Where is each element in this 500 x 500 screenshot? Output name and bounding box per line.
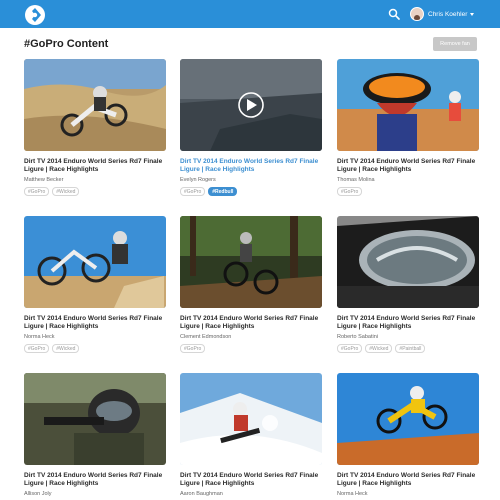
tag-chip[interactable]: #GoPro	[180, 187, 206, 196]
search-icon[interactable]	[388, 8, 400, 20]
tag-list: #GoPro #Wicked	[24, 187, 80, 196]
video-title[interactable]: Dirt TV 2014 Enduro World Series Rd7 Fin…	[24, 472, 174, 488]
chevron-down-icon	[470, 12, 475, 16]
video-author: Allison Joly	[24, 491, 52, 497]
video-thumbnail[interactable]	[180, 216, 322, 308]
remove-fan-button[interactable]: Remove fan	[433, 37, 477, 51]
tag-list: #GoPro	[337, 187, 363, 196]
video-title[interactable]: Dirt TV 2014 Enduro World Series Rd7 Fin…	[337, 315, 487, 331]
tag-chip[interactable]: #GoPro	[24, 187, 50, 196]
tag-chip[interactable]: #GoPro	[337, 344, 363, 353]
play-icon-overlay	[180, 59, 322, 151]
video-thumbnail[interactable]	[337, 216, 479, 308]
tag-chip[interactable]: #Paintball	[395, 344, 426, 353]
video-title[interactable]: Dirt TV 2014 Enduro World Series Rd7 Fin…	[180, 158, 330, 174]
tag-list: #GoPro	[180, 344, 206, 353]
video-author: Aaron Baughman	[180, 491, 223, 497]
video-title[interactable]: Dirt TV 2014 Enduro World Series Rd7 Fin…	[180, 472, 330, 488]
video-thumbnail-playing[interactable]	[180, 59, 322, 151]
tag-chip[interactable]: #GoPro	[24, 344, 50, 353]
video-title[interactable]: Dirt TV 2014 Enduro World Series Rd7 Fin…	[180, 315, 330, 331]
tag-chip[interactable]: #Wicked	[52, 187, 80, 196]
video-author: Evelyn Rogers	[180, 177, 216, 183]
video-thumbnail[interactable]	[24, 216, 166, 308]
video-author: Roberto Sabatini	[337, 334, 378, 340]
video-title[interactable]: Dirt TV 2014 Enduro World Series Rd7 Fin…	[24, 158, 174, 174]
video-thumbnail[interactable]	[24, 373, 166, 465]
video-author: Norma Heck	[337, 491, 368, 497]
tag-chip[interactable]: #Redbull	[208, 187, 238, 196]
user-menu[interactable]: Chris Koehler	[410, 6, 475, 22]
video-author: Clement Edmondson	[180, 334, 232, 340]
video-author: Norma Heck	[24, 334, 55, 340]
tag-chip[interactable]: #Wicked	[365, 344, 393, 353]
tag-chip[interactable]: #GoPro	[180, 344, 206, 353]
video-thumbnail[interactable]	[180, 373, 322, 465]
top-bar: Chris Koehler	[0, 0, 500, 28]
video-author: Thomas Molina	[337, 177, 375, 183]
tag-chip[interactable]: #GoPro	[337, 187, 363, 196]
tag-list: #GoPro #Redbull	[180, 187, 238, 196]
video-thumbnail[interactable]	[337, 373, 479, 465]
video-thumbnail[interactable]	[337, 59, 479, 151]
tag-list: #GoPro #Wicked	[24, 344, 80, 353]
avatar	[410, 7, 424, 21]
page-title: #GoPro Content	[24, 38, 109, 50]
video-title[interactable]: Dirt TV 2014 Enduro World Series Rd7 Fin…	[337, 158, 487, 174]
video-title[interactable]: Dirt TV 2014 Enduro World Series Rd7 Fin…	[337, 472, 487, 488]
video-author: Matthew Becker	[24, 177, 64, 183]
video-title[interactable]: Dirt TV 2014 Enduro World Series Rd7 Fin…	[24, 315, 174, 331]
user-name: Chris Koehler	[428, 10, 468, 18]
gopro-logo-icon[interactable]	[24, 4, 46, 26]
tag-chip[interactable]: #Wicked	[52, 344, 80, 353]
tag-list: #GoPro #Wicked #Paintball	[337, 344, 426, 353]
video-thumbnail[interactable]	[24, 59, 166, 151]
